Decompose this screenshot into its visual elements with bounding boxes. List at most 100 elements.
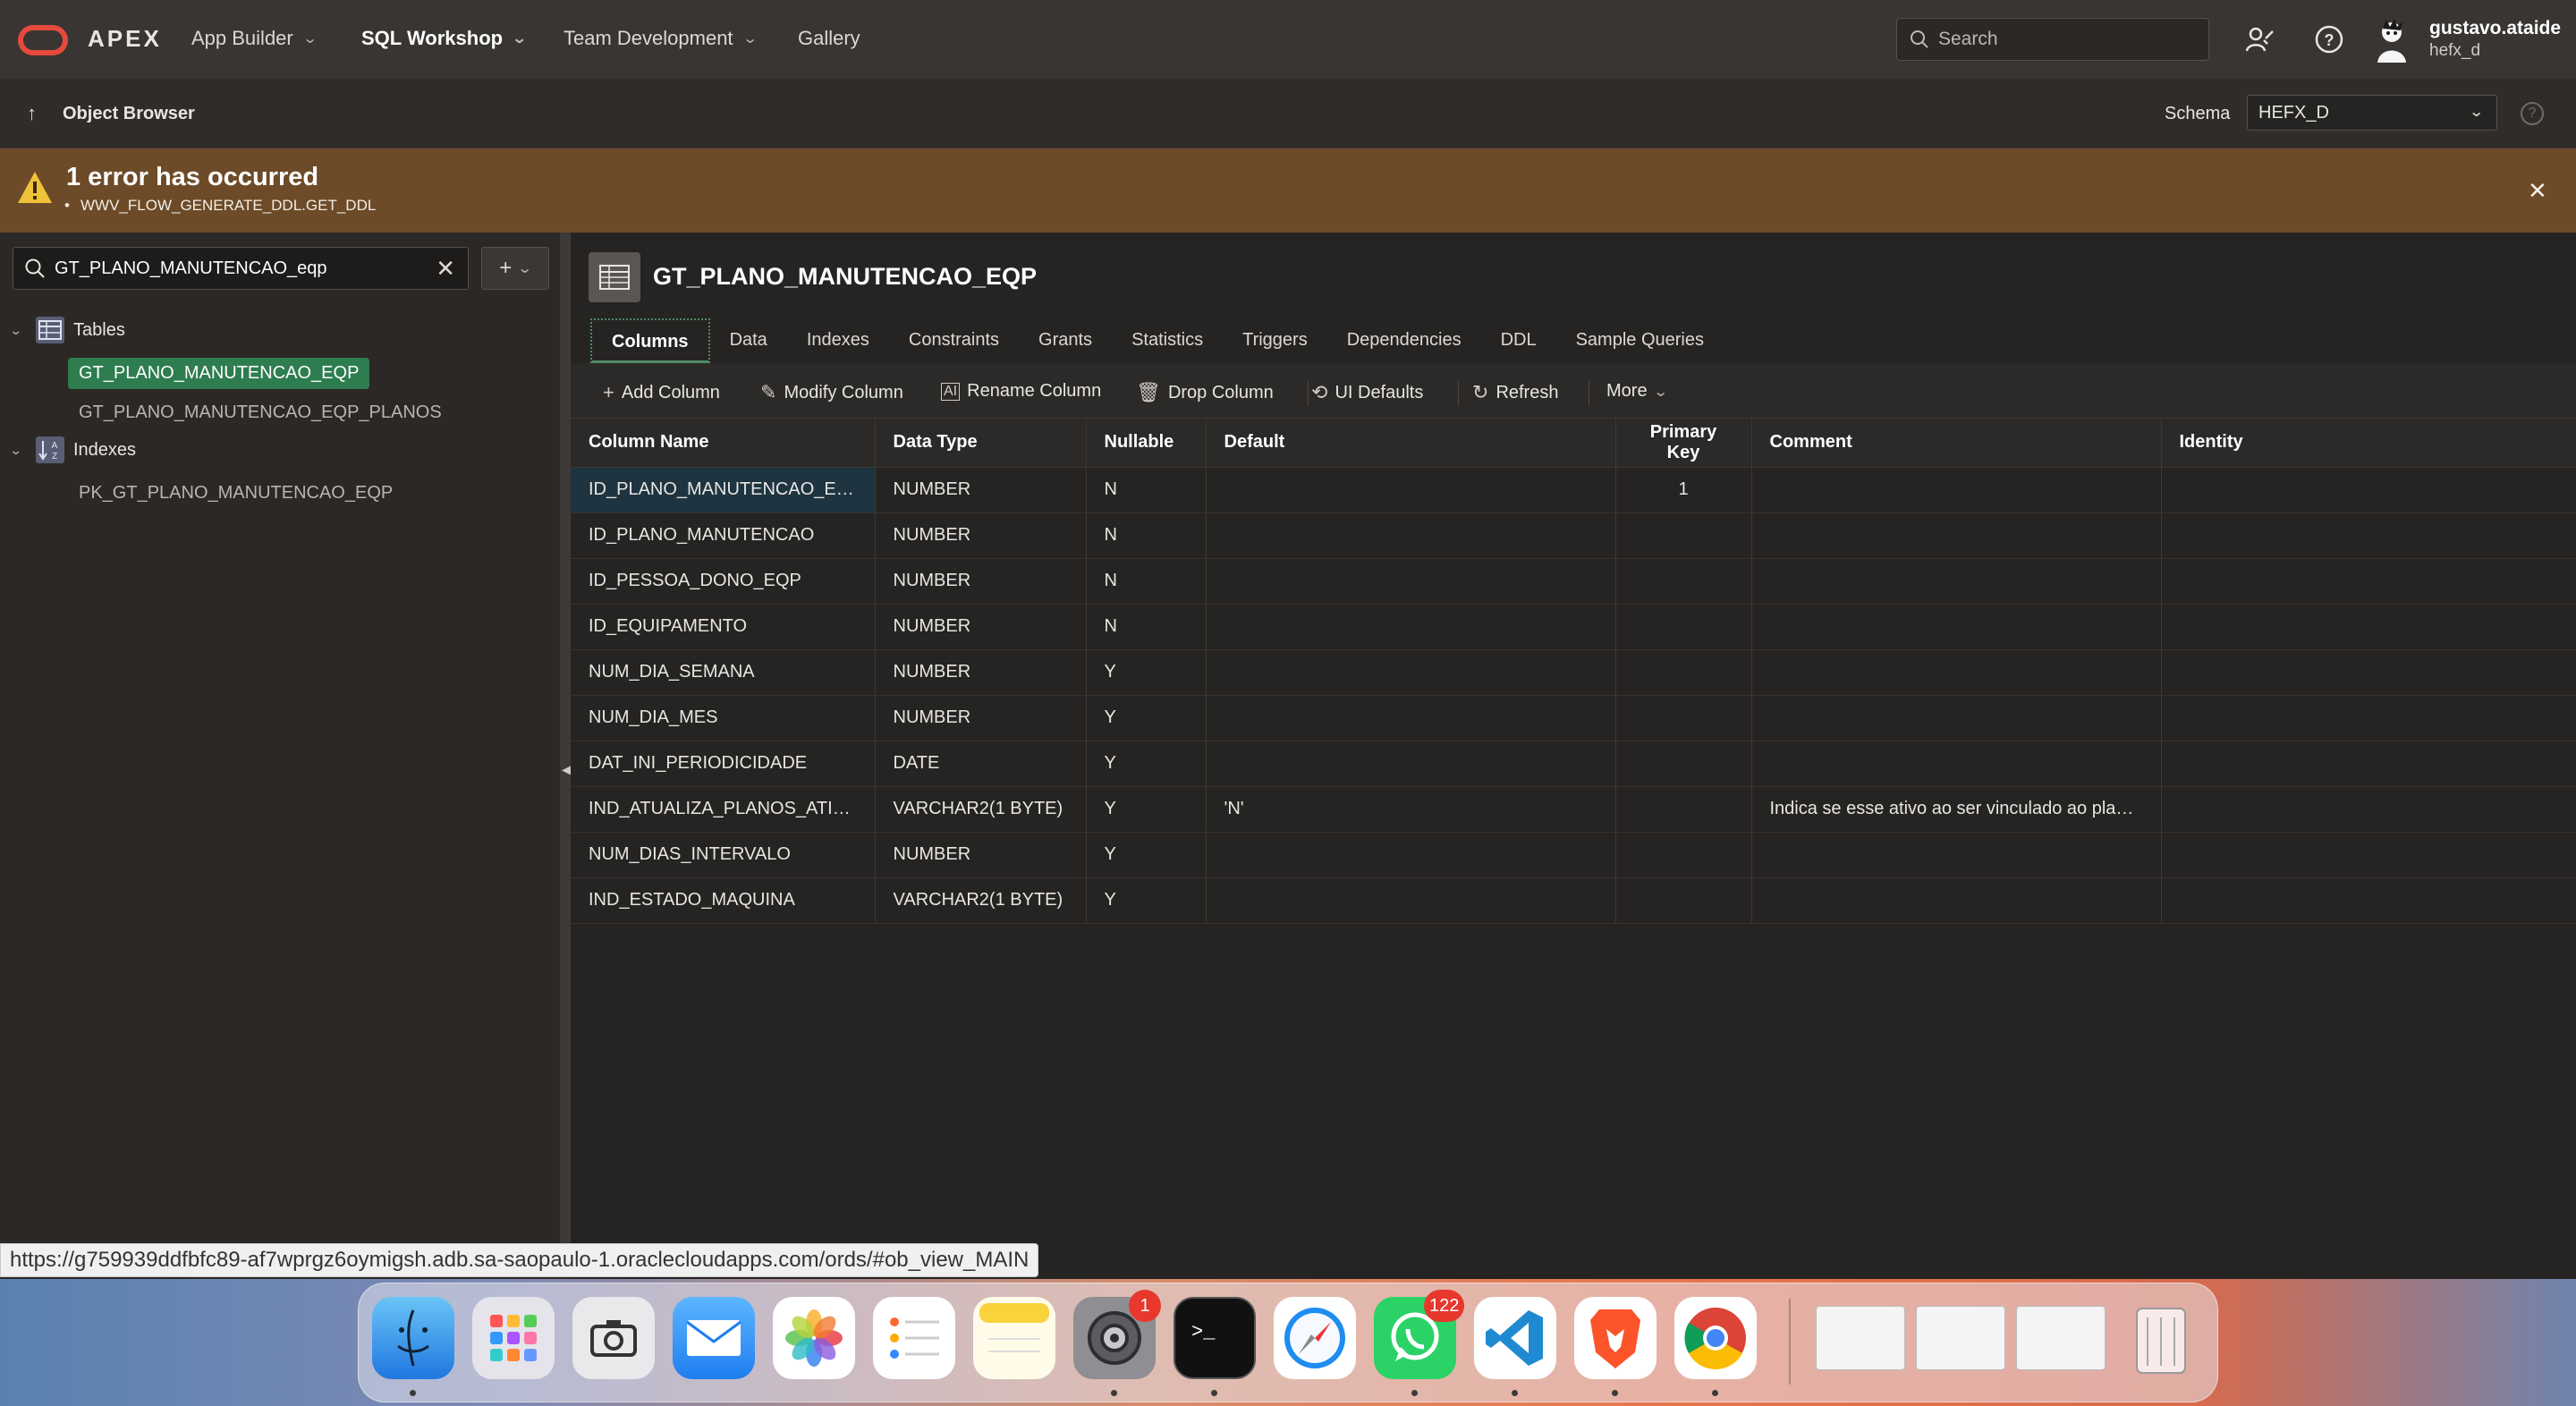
tree-item-table[interactable]: GT_PLANO_MANUTENCAO_EQP_PLANOS	[68, 397, 453, 428]
table-row[interactable]: IND_ESTADO_MAQUINA VARCHAR2(1 BYTE) Y	[571, 877, 2576, 924]
apex-logo-text[interactable]: APEX	[88, 25, 162, 53]
table-row[interactable]: ID_PESSOA_DONO_EQP NUMBER N	[571, 558, 2576, 605]
table-cell[interactable]	[1206, 512, 1616, 559]
table-row[interactable]: NUM_DIA_MES NUMBER Y	[571, 695, 2576, 741]
screenshot-icon[interactable]	[572, 1297, 655, 1379]
tab-columns[interactable]: Columns	[590, 318, 710, 363]
table-cell[interactable]	[2161, 604, 2576, 650]
terminal-icon[interactable]: >_	[1174, 1297, 1256, 1379]
table-cell[interactable]: ID_EQUIPAMENTO	[571, 604, 876, 650]
column-header[interactable]: Default	[1206, 419, 1616, 468]
table-cell[interactable]: ID_PLANO_MANUTENCAO	[571, 512, 876, 559]
table-cell[interactable]	[1615, 604, 1752, 650]
chrome-icon[interactable]	[1674, 1297, 1757, 1379]
table-cell[interactable]	[1751, 649, 2162, 696]
table-cell[interactable]	[1615, 786, 1752, 833]
safari-icon[interactable]	[1274, 1297, 1356, 1379]
clear-icon[interactable]: ✕	[436, 255, 455, 283]
create-object-button[interactable]: + ⌄	[481, 247, 549, 290]
table-cell[interactable]: N	[1086, 558, 1207, 605]
table-cell[interactable]: VARCHAR2(1 BYTE)	[875, 786, 1087, 833]
table-cell[interactable]: Y	[1086, 877, 1207, 924]
ui-defaults-button[interactable]: ⟲ UI Defaults	[1311, 381, 1423, 404]
table-cell[interactable]: NUMBER	[875, 832, 1087, 878]
administration-icon[interactable]	[2241, 21, 2277, 57]
tab-statistics[interactable]: Statistics	[1112, 318, 1223, 363]
nav-app-builder[interactable]: App Builder ⌄	[191, 27, 318, 50]
tab-indexes[interactable]: Indexes	[787, 318, 889, 363]
table-cell[interactable]	[2161, 512, 2576, 559]
rename-column-button[interactable]: AI Rename Column	[941, 381, 1101, 402]
table-cell[interactable]: Y	[1086, 786, 1207, 833]
brave-icon[interactable]	[1574, 1297, 1657, 1379]
table-cell[interactable]: NUM_DIA_MES	[571, 695, 876, 741]
table-cell[interactable]: NUMBER	[875, 467, 1087, 513]
drop-column-button[interactable]: 🗑︎ Drop Column	[1136, 381, 1274, 404]
modify-column-button[interactable]: ✎ Modify Column	[760, 381, 903, 404]
trash-icon[interactable]	[2120, 1297, 2202, 1379]
table-cell[interactable]	[1206, 695, 1616, 741]
table-cell[interactable]: NUMBER	[875, 604, 1087, 650]
table-cell[interactable]	[2161, 695, 2576, 741]
table-row[interactable]: ID_EQUIPAMENTO NUMBER N	[571, 604, 2576, 650]
schema-help-icon[interactable]: ?	[2521, 102, 2544, 125]
table-cell[interactable]: NUMBER	[875, 512, 1087, 559]
schema-select[interactable]: HEFX_D ⌄	[2247, 95, 2497, 131]
table-cell[interactable]	[2161, 832, 2576, 878]
table-cell[interactable]: ID_PLANO_MANUTENCAO_EQP	[571, 467, 876, 513]
table-cell[interactable]	[1751, 695, 2162, 741]
table-cell[interactable]	[1206, 877, 1616, 924]
column-header[interactable]: Primary Key	[1615, 419, 1752, 468]
object-filter-input[interactable]: GT_PLANO_MANUTENCAO_eqp ✕	[13, 247, 469, 290]
table-cell[interactable]: VARCHAR2(1 BYTE)	[875, 877, 1087, 924]
tree-group-tables[interactable]: ⌄ Tables	[9, 317, 125, 343]
oracle-logo-icon[interactable]	[18, 25, 68, 55]
tab-ddl[interactable]: DDL	[1481, 318, 1556, 363]
photos-icon[interactable]	[773, 1297, 855, 1379]
table-row[interactable]: NUM_DIA_SEMANA NUMBER Y	[571, 649, 2576, 696]
table-cell[interactable]	[1751, 877, 2162, 924]
table-cell[interactable]	[1206, 604, 1616, 650]
table-cell[interactable]: ID_PESSOA_DONO_EQP	[571, 558, 876, 605]
table-cell[interactable]	[2161, 467, 2576, 513]
table-cell[interactable]: NUM_DIA_SEMANA	[571, 649, 876, 696]
table-cell[interactable]	[1751, 467, 2162, 513]
table-cell[interactable]	[1615, 695, 1752, 741]
mail-icon[interactable]	[673, 1297, 755, 1379]
table-cell[interactable]	[1751, 741, 2162, 787]
column-header[interactable]: Column Name	[571, 419, 876, 468]
nav-gallery[interactable]: Gallery	[798, 27, 860, 50]
vscode-icon[interactable]	[1474, 1297, 1556, 1379]
launchpad-icon[interactable]	[472, 1297, 555, 1379]
table-cell[interactable]: NUMBER	[875, 649, 1087, 696]
table-row[interactable]: DAT_INI_PERIODICIDADE DATE Y	[571, 741, 2576, 787]
table-cell[interactable]: N	[1086, 512, 1207, 559]
user-name[interactable]: gustavo.ataide	[2429, 18, 2561, 39]
table-cell[interactable]	[1615, 512, 1752, 559]
chevron-down-icon[interactable]: ⌄	[9, 323, 39, 338]
table-cell[interactable]	[1615, 649, 1752, 696]
table-cell[interactable]	[1751, 604, 2162, 650]
close-icon[interactable]: ✕	[2528, 177, 2547, 205]
table-row[interactable]: ID_PLANO_MANUTENCAO_EQP NUMBER N 1	[571, 467, 2576, 513]
table-cell[interactable]: IND_ESTADO_MAQUINA	[571, 877, 876, 924]
table-cell[interactable]	[1206, 558, 1616, 605]
table-cell[interactable]: N	[1086, 467, 1207, 513]
table-cell[interactable]	[1206, 467, 1616, 513]
table-row[interactable]: NUM_DIAS_INTERVALO NUMBER Y	[571, 832, 2576, 878]
table-cell[interactable]	[2161, 558, 2576, 605]
table-cell[interactable]: DATE	[875, 741, 1087, 787]
reminders-icon[interactable]	[873, 1297, 955, 1379]
minimized-window-thumbnail[interactable]	[1816, 1306, 1905, 1370]
table-row[interactable]: IND_ATUALIZA_PLANOS_ATIVOS VARCHAR2(1 BYT…	[571, 786, 2576, 833]
tab-data[interactable]: Data	[710, 318, 787, 363]
column-header[interactable]: Comment	[1751, 419, 2162, 468]
table-cell[interactable]: NUM_DIAS_INTERVALO	[571, 832, 876, 878]
table-cell[interactable]	[1615, 832, 1752, 878]
chevron-down-icon[interactable]: ⌄	[9, 443, 39, 458]
table-cell[interactable]: Y	[1086, 832, 1207, 878]
tab-dependencies[interactable]: Dependencies	[1327, 318, 1481, 363]
tab-grants[interactable]: Grants	[1019, 318, 1112, 363]
tree-item-index[interactable]: PK_GT_PLANO_MANUTENCAO_EQP	[68, 478, 403, 509]
breadcrumb[interactable]: Object Browser	[63, 104, 195, 124]
